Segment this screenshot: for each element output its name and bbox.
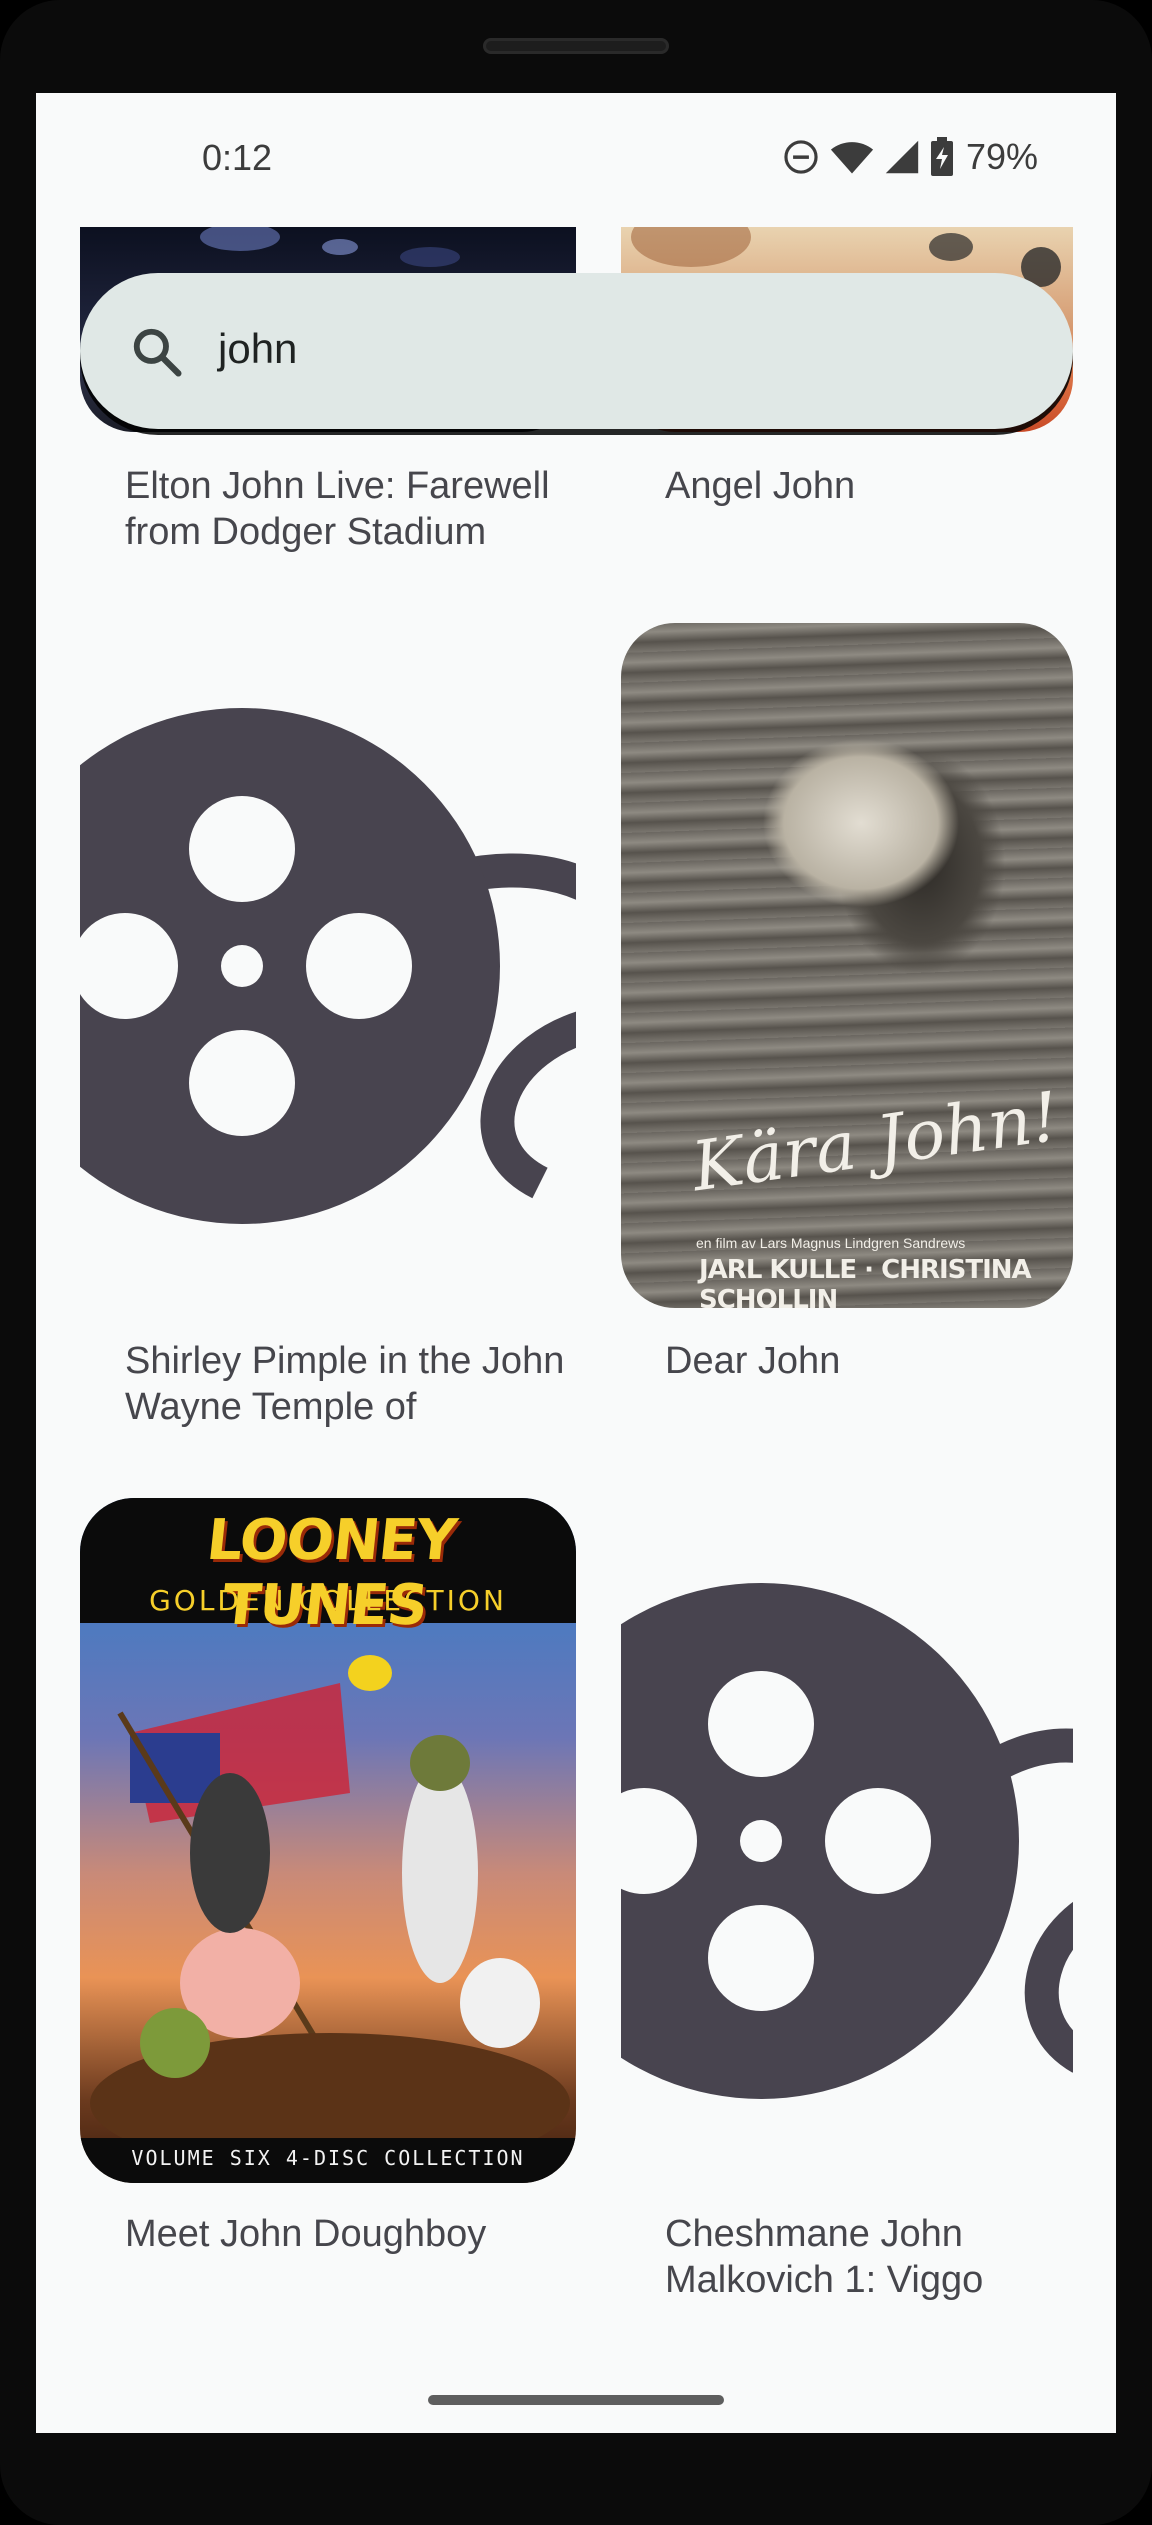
movie-title[interactable]: Angel John	[665, 463, 1085, 509]
do-not-disturb-icon	[784, 140, 818, 174]
search-input[interactable]: john	[218, 325, 297, 373]
battery-charging-icon	[930, 137, 953, 176]
movie-title[interactable]: Shirley Pimple in the John Wayne Temple …	[125, 1338, 575, 1430]
film-reel-icon	[621, 1583, 1073, 2099]
movie-title[interactable]: Cheshmane John Malkovich 1: Viggo	[665, 2211, 1065, 2303]
screen: 0:12 79% john Elton John Live: Farewell …	[36, 93, 1116, 2433]
poster-cast: JARL KULLE · CHRISTINA SCHOLLIN	[699, 1255, 1032, 1308]
poster-credits: en film av Lars Magnus Lindgren Sandrews	[696, 1235, 966, 1251]
movie-title[interactable]: Dear John	[665, 1338, 1085, 1384]
film-reel-icon	[80, 708, 576, 1224]
movie-title[interactable]: Meet John Doughboy	[125, 2211, 575, 2257]
status-icons: 79%	[782, 136, 1038, 177]
poster-script-title: Kära John!	[687, 1077, 1064, 1208]
poster-subtitle: GOLDEN COLLECTION	[149, 1584, 507, 1617]
poster-illustration	[90, 1655, 570, 2138]
phone-frame: 0:12 79% john Elton John Live: Farewell …	[0, 0, 1152, 2525]
poster-title: LOONEY TUNES	[203, 1508, 460, 1638]
signal-icon	[885, 140, 919, 174]
poster-placeholder[interactable]	[80, 623, 576, 1308]
battery-percent: 79%	[965, 136, 1038, 177]
poster-footer-text: VOLUME SIX 4-DISC COLLECTION	[131, 2146, 525, 2170]
movie-title[interactable]: Elton John Live: Farewell from Dodger St…	[125, 463, 575, 555]
poster-dear-john[interactable]: Kära John! en film av Lars Magnus Lindgr…	[621, 623, 1073, 1308]
wifi-icon	[830, 142, 874, 174]
status-time: 0:12	[202, 137, 273, 178]
search-icon	[133, 328, 182, 377]
search-bar[interactable]: john	[80, 273, 1073, 429]
earpiece-speaker	[483, 38, 669, 54]
poster-placeholder[interactable]	[621, 1498, 1073, 2183]
poster-meet-john-doughboy[interactable]: LOONEY TUNES GOLDEN COLLECTION VOLUME SI…	[80, 1498, 576, 2183]
home-gesture-bar[interactable]	[428, 2395, 724, 2405]
